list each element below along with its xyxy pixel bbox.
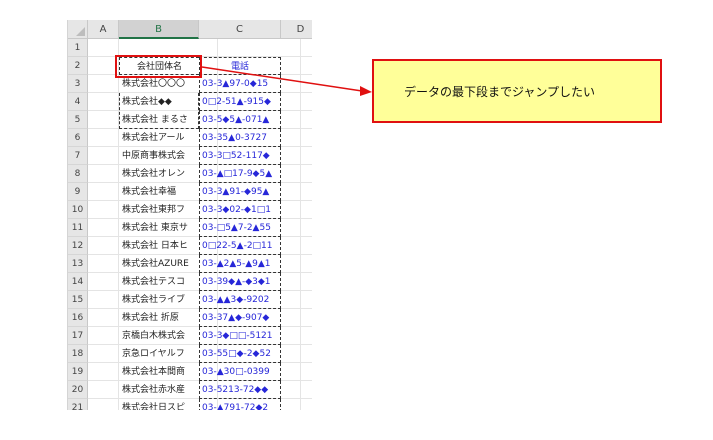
arrow-head	[360, 86, 372, 96]
callout-text: データの最下段までジャンプしたい	[404, 84, 596, 99]
callout-box: データの最下段までジャンプしたい	[372, 59, 662, 123]
arrow-line	[201, 66, 363, 92]
